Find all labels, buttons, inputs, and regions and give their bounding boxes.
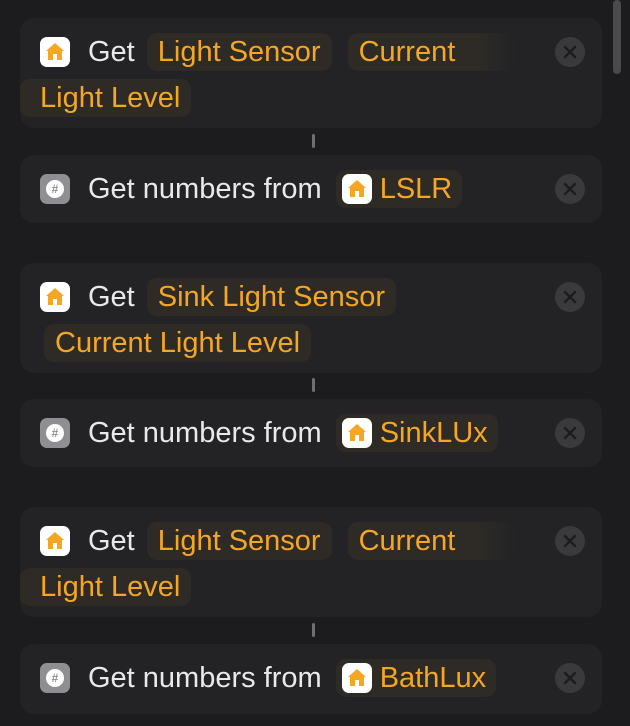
variable-name: SinkLUx bbox=[379, 416, 488, 449]
remove-action-button[interactable] bbox=[555, 174, 585, 204]
variable-token[interactable]: SinkLUx bbox=[335, 414, 498, 452]
action-row: Get Light Sensor Current bbox=[40, 33, 516, 71]
variable-name: BathLux bbox=[379, 661, 487, 694]
home-icon bbox=[40, 37, 70, 67]
action-row-2: Light Level bbox=[20, 568, 192, 606]
home-icon bbox=[341, 663, 372, 693]
characteristic-token[interactable]: Current Light Level bbox=[44, 324, 312, 362]
characteristic-token-continued[interactable]: Light Level bbox=[20, 568, 192, 606]
flow-connector bbox=[312, 378, 315, 392]
action-verb: Get bbox=[88, 280, 135, 313]
home-icon bbox=[40, 526, 70, 556]
home-icon bbox=[341, 174, 372, 204]
device-token[interactable]: Sink Light Sensor bbox=[146, 278, 397, 316]
characteristic-token[interactable]: Current bbox=[347, 33, 516, 71]
remove-action-button[interactable] bbox=[555, 282, 585, 312]
action-row-2: Current Light Level bbox=[44, 324, 312, 362]
action-row: # Get numbers from BathLux bbox=[40, 659, 497, 697]
variable-token[interactable]: LSLR bbox=[335, 170, 463, 208]
action-verb: Get bbox=[88, 524, 135, 557]
action-verb: Get bbox=[88, 35, 135, 68]
variable-token[interactable]: BathLux bbox=[335, 659, 497, 697]
action-verb: Get numbers from bbox=[88, 661, 322, 694]
home-icon bbox=[40, 282, 70, 312]
action-verb: Get numbers from bbox=[88, 416, 322, 449]
remove-action-button[interactable] bbox=[555, 526, 585, 556]
characteristic-token[interactable]: Current bbox=[347, 522, 516, 560]
home-icon bbox=[341, 418, 372, 448]
flow-connector bbox=[312, 134, 315, 148]
remove-action-button[interactable] bbox=[555, 663, 585, 693]
remove-action-button[interactable] bbox=[555, 37, 585, 67]
variable-name: LSLR bbox=[379, 172, 453, 205]
action-row: # Get numbers from LSLR bbox=[40, 170, 463, 208]
action-row: Get Light Sensor Current bbox=[40, 522, 516, 560]
action-verb: Get numbers from bbox=[88, 172, 322, 205]
flow-connector bbox=[312, 623, 315, 637]
number-icon: # bbox=[40, 174, 70, 204]
action-row: # Get numbers from SinkLUx bbox=[40, 414, 498, 452]
action-row: Get Sink Light Sensor bbox=[40, 278, 397, 316]
remove-action-button[interactable] bbox=[555, 418, 585, 448]
scrollbar[interactable] bbox=[613, 0, 621, 74]
characteristic-token-continued[interactable]: Light Level bbox=[20, 79, 192, 117]
device-token[interactable]: Light Sensor bbox=[146, 522, 332, 560]
action-row-2: Light Level bbox=[20, 79, 192, 117]
number-icon: # bbox=[40, 418, 70, 448]
device-token[interactable]: Light Sensor bbox=[146, 33, 332, 71]
number-icon: # bbox=[40, 663, 70, 693]
